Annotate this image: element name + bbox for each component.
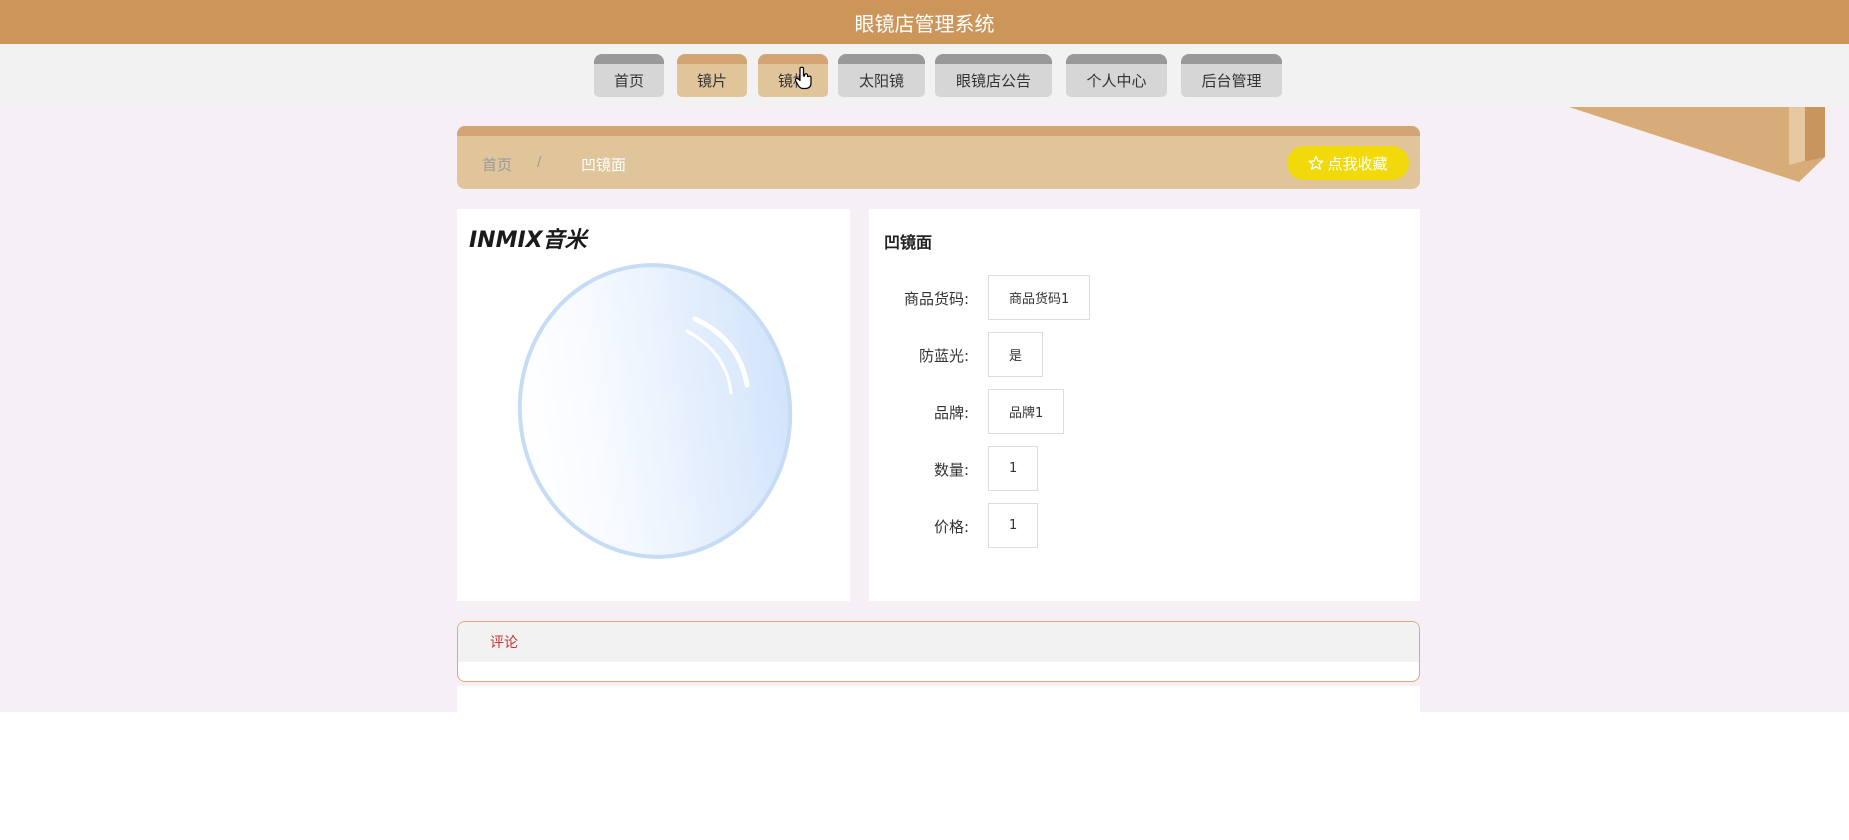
favorite-button[interactable]: 点我收藏 [1287, 146, 1409, 180]
field-label-price: 价格: [933, 518, 969, 536]
hand-pointer-cursor-icon [794, 66, 812, 90]
comment-section: 评论 [457, 621, 1420, 682]
product-image-panel: INMIX音米 [457, 209, 850, 601]
corner-decoration [1569, 107, 1825, 182]
product-info-panel: 凹镜面 商品货码: 商品货码1 防蓝光: 是 品牌: 品牌1 数量: 1 价格:… [869, 209, 1420, 601]
field-value-quantity: 1 [988, 446, 1039, 491]
breadcrumb-current: 凹镜面 [581, 156, 627, 174]
field-label-code: 商品货码: [903, 290, 969, 308]
brand-logo: INMIX音米 [469, 228, 587, 253]
field-label-quantity: 数量: [933, 461, 969, 479]
main-nav: 首页 镜片 镜框 太阳镜 眼镜店公告 个人中心 后台管理 [0, 44, 1849, 107]
comment-tab[interactable]: 评论 [458, 622, 1419, 662]
app-title: 眼镜店管理系统 [854, 11, 995, 36]
nav-item-admin[interactable]: 后台管理 [1181, 54, 1282, 97]
star-outline-icon [1309, 155, 1324, 170]
product-title: 凹镜面 [884, 233, 933, 252]
nav-item-frame[interactable]: 镜框 [758, 54, 828, 97]
lens-image [517, 263, 793, 559]
nav-item-sunglasses[interactable]: 太阳镜 [838, 54, 925, 97]
nav-item-announcements[interactable]: 眼镜店公告 [935, 54, 1052, 97]
nav-item-lens[interactable]: 镜片 [677, 54, 747, 97]
app-header: 眼镜店管理系统 [0, 0, 1849, 44]
comment-tab-label: 评论 [490, 635, 518, 651]
field-label-anti-blue: 防蓝光: [918, 347, 969, 365]
breadcrumb-home-link[interactable]: 首页 [482, 154, 512, 175]
nav-item-profile[interactable]: 个人中心 [1066, 54, 1167, 97]
field-value-brand: 品牌1 [988, 389, 1065, 434]
field-value-price: 1 [988, 503, 1039, 548]
breadcrumb-separator: / [537, 155, 542, 170]
field-value-anti-blue: 是 [988, 332, 1044, 377]
field-label-brand: 品牌: [933, 404, 969, 422]
field-value-code: 商品货码1 [988, 275, 1091, 320]
breadcrumb: 首页 / 凹镜面 点我收藏 [457, 126, 1420, 189]
comment-content-area [457, 686, 1420, 712]
favorite-button-label: 点我收藏 [1327, 154, 1388, 173]
nav-item-home[interactable]: 首页 [594, 54, 664, 97]
